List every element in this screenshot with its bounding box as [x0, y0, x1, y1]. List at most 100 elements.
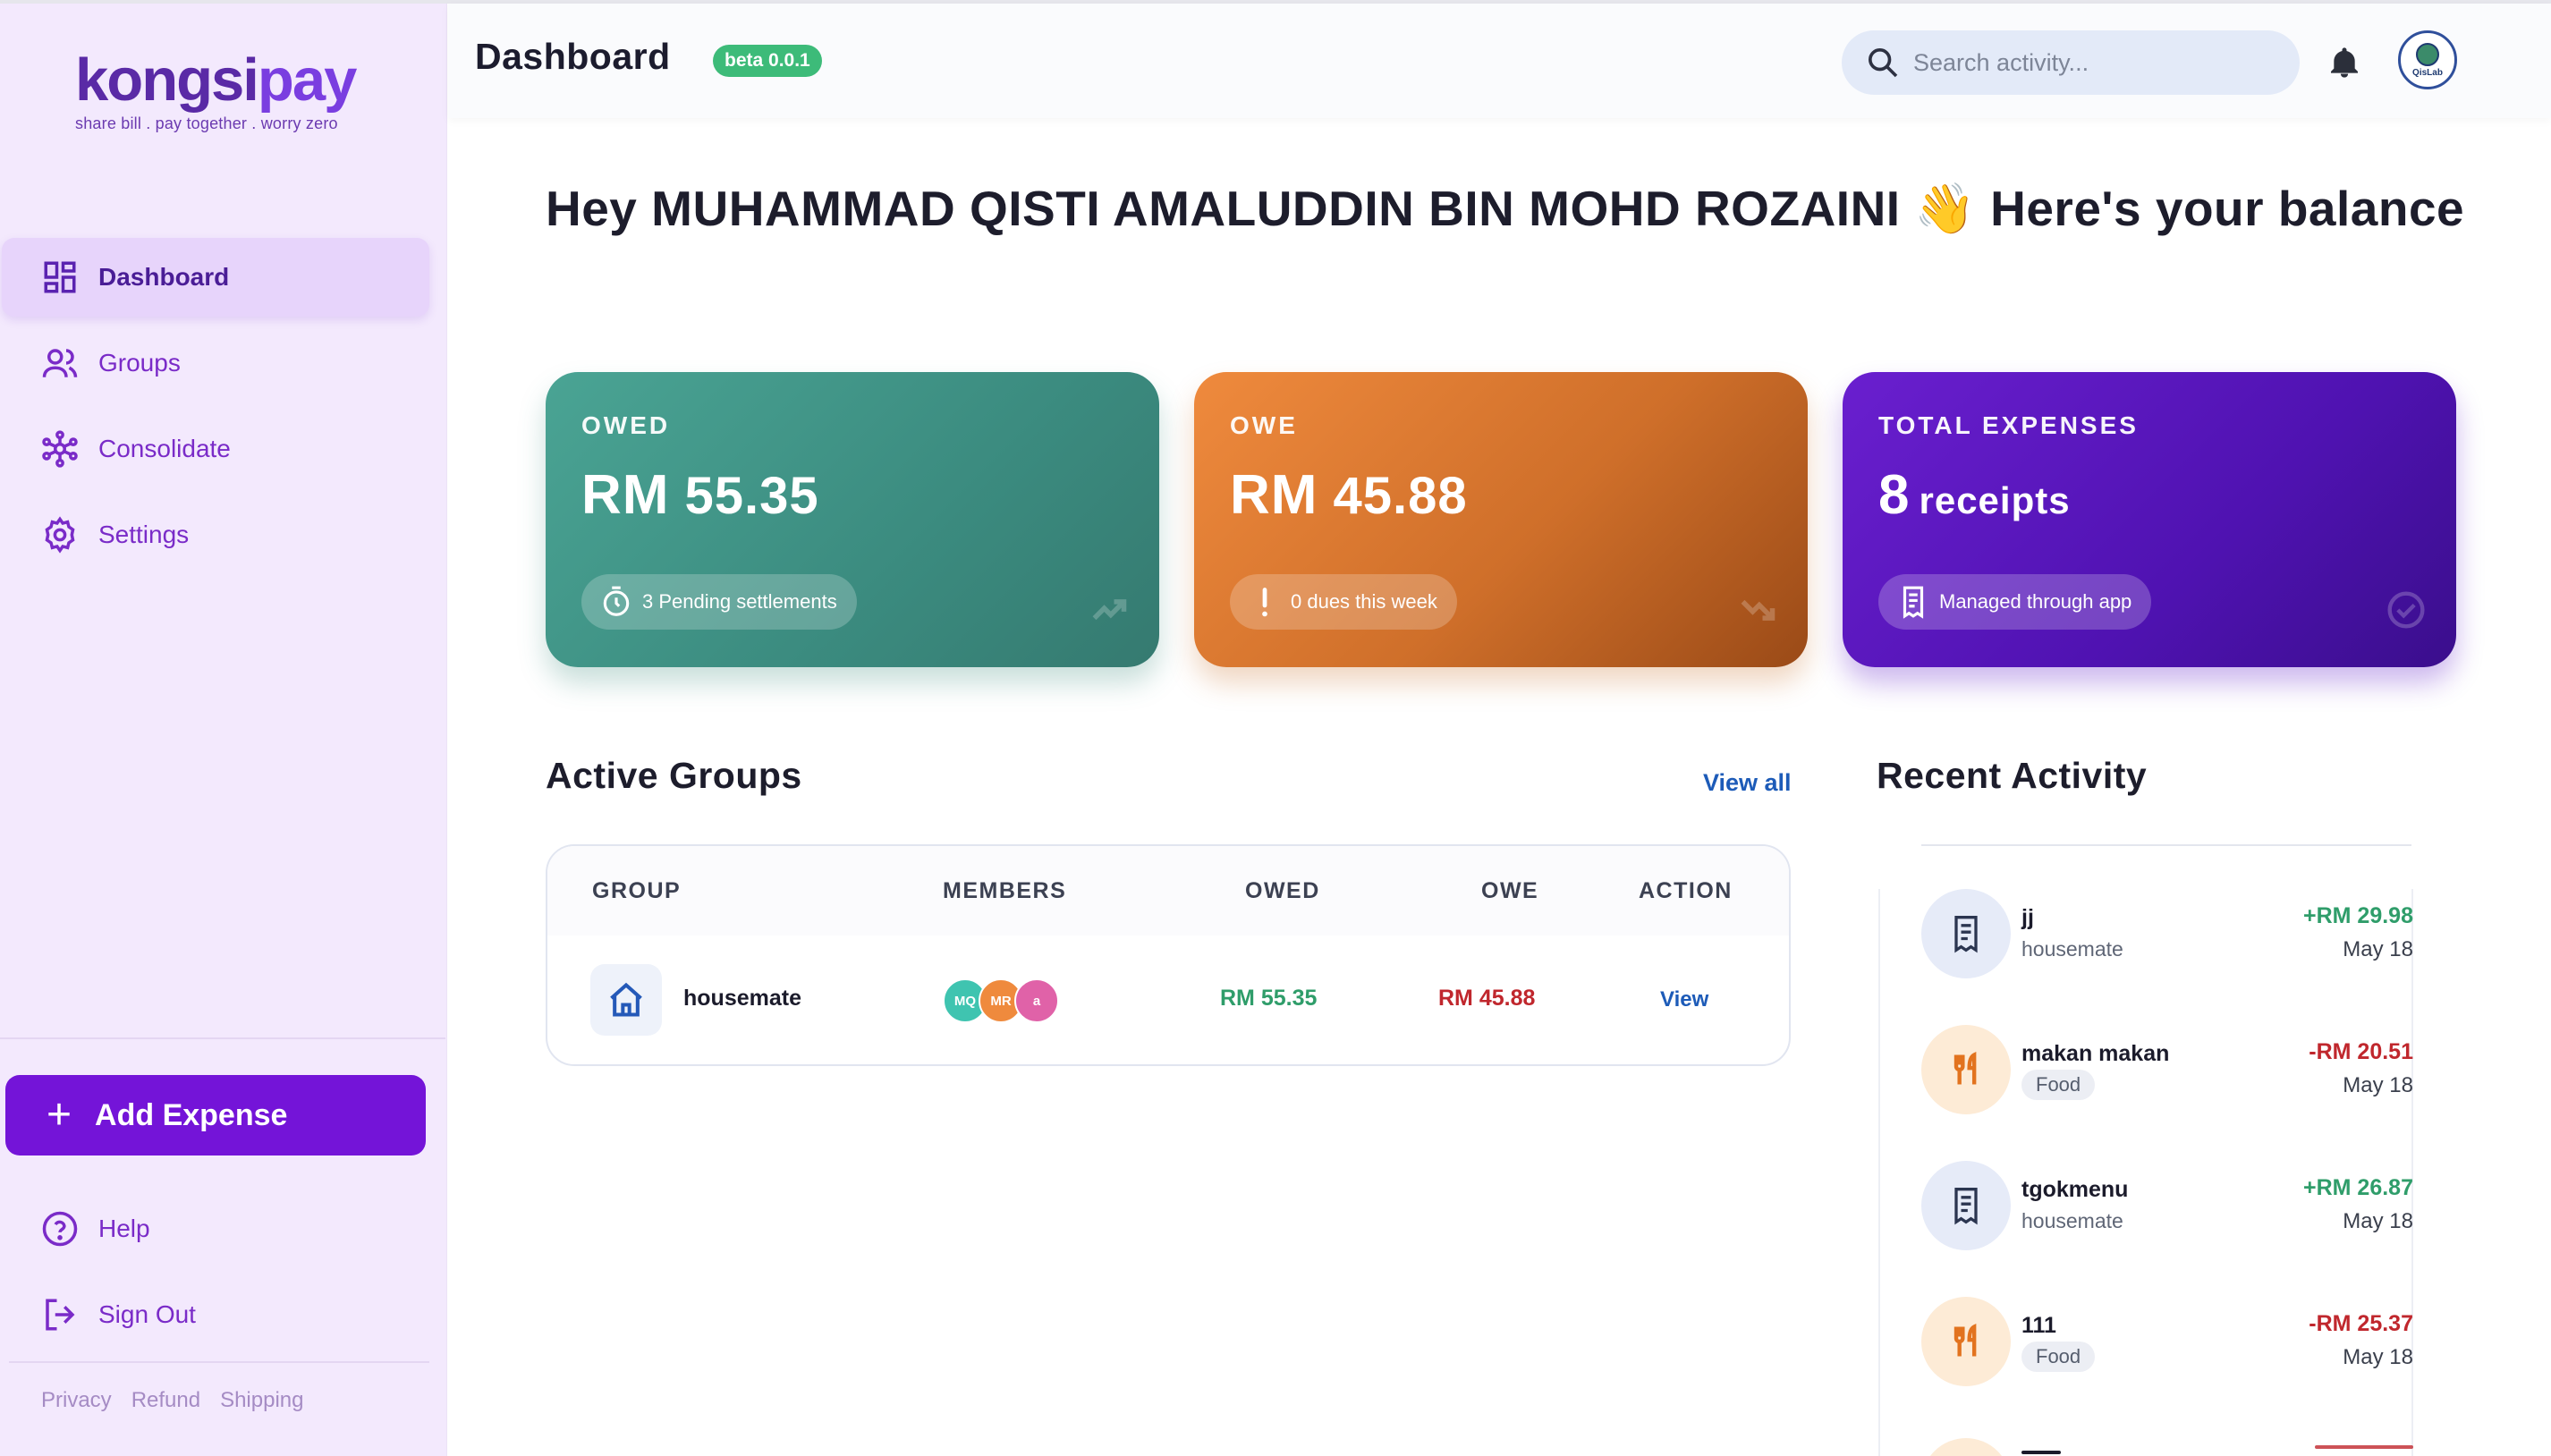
- column-header-owed: OWED: [1245, 878, 1320, 903]
- activity-date: May 18: [2343, 1073, 2413, 1097]
- receipt-unit: receipts: [1919, 479, 2071, 521]
- activity-item[interactable]: makan makan Food -RM 20.51 May 18: [1921, 1025, 2413, 1114]
- sidebar-item-settings[interactable]: Settings: [2, 495, 429, 574]
- check-circle-icon: [2387, 591, 2425, 629]
- top-header: Dashboard beta 0.0.1 QisLab: [448, 4, 2551, 118]
- activity-icon: [1921, 1025, 2011, 1114]
- sidebar-divider: [9, 1361, 429, 1363]
- sidebar-item-signout[interactable]: Sign Out: [2, 1275, 429, 1354]
- add-expense-button[interactable]: + Add Expense: [5, 1075, 426, 1155]
- help-label: Help: [98, 1215, 150, 1242]
- gear-icon: [45, 516, 75, 554]
- activity-item[interactable]: 111 Food -RM 25.37 May 18: [1921, 1297, 2413, 1386]
- dues-pill: 0 dues this week: [1230, 574, 1457, 630]
- activity-icon: [1921, 1161, 2011, 1250]
- version-badge: beta 0.0.1: [713, 45, 822, 77]
- page-title: Dashboard: [475, 36, 671, 77]
- activity-amount: -RM 25.37: [2309, 1311, 2413, 1336]
- trend-up-icon: [1092, 599, 1127, 621]
- activity-date: May 18: [2343, 1345, 2413, 1369]
- activity-icon: [1921, 1297, 2011, 1386]
- pill-label: 0 dues this week: [1291, 590, 1437, 613]
- search-bar[interactable]: [1842, 30, 2300, 95]
- activity-name: makan makan: [2021, 1041, 2170, 1066]
- owe-card[interactable]: OWE RM 45.88 0 dues this week: [1194, 372, 1808, 667]
- activity-item[interactable]: tgokmenu housemate +RM 26.87 May 18: [1921, 1161, 2413, 1250]
- greeting-heading: Hey MUHAMMAD QISTI AMALUDDIN BIN MOHD RO…: [546, 181, 2465, 236]
- fork-knife-icon: [1954, 1323, 1977, 1357]
- receipt-icon: [1903, 586, 1924, 619]
- group-owed-amount: RM 55.35: [1220, 986, 1318, 1011]
- brand-logo[interactable]: kongsipay share bill . pay together . wo…: [75, 48, 370, 133]
- activity-divider: [1921, 844, 2411, 846]
- sidebar-item-label: Groups: [98, 349, 181, 377]
- bell-icon[interactable]: [2326, 45, 2362, 80]
- sidebar-item-label: Settings: [98, 521, 190, 548]
- activity-item[interactable]: jj housemate +RM 29.98 May 18: [1921, 889, 2413, 978]
- column-header-group: GROUP: [592, 878, 682, 903]
- total-expenses-card[interactable]: TOTAL EXPENSES 8 receipts Managed through…: [1843, 372, 2456, 667]
- table-header: GROUP MEMBERS OWED OWE ACTION: [547, 846, 1789, 935]
- activity-category-tag: Food: [2021, 1070, 2096, 1100]
- timer-icon: [603, 586, 630, 616]
- avatar[interactable]: QisLab: [2398, 30, 2457, 89]
- add-expense-label: Add Expense: [95, 1097, 288, 1132]
- view-all-link[interactable]: View all: [1703, 769, 1792, 797]
- activity-date: May 18: [2343, 1209, 2413, 1233]
- sidebar-item-consolidate[interactable]: Consolidate: [2, 410, 429, 488]
- activity-amount: +RM 26.87: [2303, 1175, 2413, 1200]
- brand-name-part2: pay: [257, 47, 357, 114]
- search-input[interactable]: [1913, 48, 2271, 77]
- groups-table: GROUP MEMBERS OWED OWE ACTION housemate …: [546, 844, 1791, 1066]
- view-group-link[interactable]: View: [1660, 987, 1708, 1012]
- brand-name-part1: kongsi: [75, 47, 259, 114]
- plus-icon: +: [47, 1091, 72, 1139]
- activity-name: tgokmenu: [2021, 1177, 2129, 1202]
- activity-icon: [1921, 1438, 2011, 1456]
- pill-label: Managed through app: [1939, 590, 2132, 613]
- column-header-action: ACTION: [1639, 878, 1733, 903]
- total-value: 8 receipts: [1878, 463, 2420, 527]
- sidebar-item-label: Consolidate: [98, 435, 231, 462]
- exclamation-icon: [1262, 588, 1267, 617]
- activity-group: housemate: [2021, 1209, 2123, 1232]
- home-icon: [610, 982, 642, 1017]
- activity-icon: [1921, 889, 2011, 978]
- activity-group: housemate: [2021, 937, 2123, 961]
- brand-tagline: share bill . pay together . worry zero: [75, 114, 338, 132]
- currency: RM: [1230, 464, 1318, 526]
- sidebar-item-help[interactable]: Help: [2, 1189, 429, 1268]
- owe-label: OWE: [1230, 411, 1298, 439]
- activity-category-tag: Food: [2021, 1342, 2096, 1372]
- total-label: TOTAL EXPENSES: [1878, 411, 2139, 439]
- receipt-count: 8: [1878, 464, 1911, 526]
- signout-label: Sign Out: [98, 1300, 196, 1328]
- receipt-icon: [1954, 1188, 1978, 1225]
- avatar-label: QisLab: [2412, 67, 2443, 78]
- sidebar: kongsipay share bill . pay together . wo…: [0, 4, 447, 1456]
- group-name[interactable]: housemate: [683, 986, 801, 1012]
- column-header-owe: OWE: [1481, 878, 1539, 903]
- activity-amount: -RM 20.51: [2309, 1039, 2413, 1064]
- recent-activity-title: Recent Activity: [1877, 755, 2148, 796]
- fork-knife-icon: [1954, 1051, 1977, 1085]
- sidebar-item-dashboard[interactable]: Dashboard: [2, 238, 429, 317]
- avatar-logo-icon: [2416, 42, 2439, 66]
- owed-card[interactable]: OWED RM 55.35 3 Pending settlements: [546, 372, 1159, 667]
- shipping-link[interactable]: Shipping: [220, 1388, 303, 1413]
- pending-settlements-pill: 3 Pending settlements: [581, 574, 857, 630]
- owe-amount: 45.88: [1333, 467, 1468, 525]
- refund-link[interactable]: Refund: [131, 1388, 200, 1413]
- sign-out-icon: [46, 1299, 75, 1331]
- group-owe-amount: RM 45.88: [1438, 986, 1536, 1011]
- privacy-link[interactable]: Privacy: [41, 1388, 112, 1413]
- activity-name: 111: [2021, 1313, 2056, 1338]
- network-icon: [42, 430, 78, 468]
- activity-name-cutoff: [2021, 1451, 2061, 1454]
- users-icon: [42, 349, 78, 377]
- owe-value: RM 45.88: [1230, 463, 1772, 527]
- dashboard-icon: [44, 261, 76, 293]
- currency: RM: [581, 464, 670, 526]
- sidebar-item-groups[interactable]: Groups: [2, 324, 429, 402]
- search-icon: [1869, 48, 1898, 78]
